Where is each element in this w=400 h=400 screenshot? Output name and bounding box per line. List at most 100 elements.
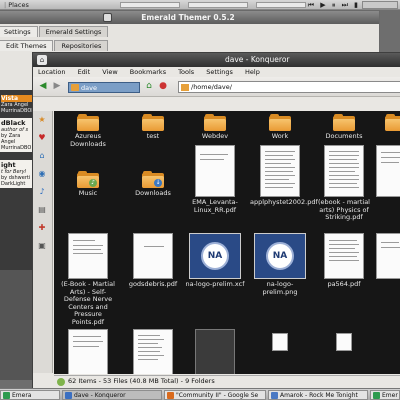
home-icon[interactable]: ⌂ [143,80,155,92]
pdf-thumbnail-icon [68,329,108,374]
konqueror-icon [65,392,72,399]
file-item[interactable]: Work [250,114,310,141]
media-icon[interactable]: ♪ [37,187,47,197]
file-label: test [146,132,160,140]
pdf-thumbnail-icon [133,329,173,374]
file-item[interactable]: applphystet2002.pdf [250,145,318,207]
stop-icon[interactable]: ● [157,80,169,92]
panel-task-slot[interactable] [120,2,180,8]
taskbar: Emera dave - Konqueror "Community II" - … [0,388,400,400]
konqueror-window: ⌂ dave - Konqueror Location Edit View Bo… [32,52,400,390]
pdf-thumbnail-icon [68,233,108,279]
theme-card-light[interactable]: ight t for Beryl by dshwerti DarkLight [0,160,36,188]
tab-settings[interactable]: Settings [0,26,38,37]
emerald-titlebar[interactable]: Emerald Themer 0.5.2 [0,11,379,24]
pdf-thumbnail-icon [324,145,364,197]
menu-location[interactable]: Location [38,68,66,76]
downloads-folder-icon: ↓ [142,171,164,188]
file-item-partial[interactable] [376,145,400,197]
image-thumbnail-icon: NA [189,233,241,279]
emerald-tabs-row2: Edit Themes Repositories [0,40,109,52]
menu-bookmarks[interactable]: Bookmarks [130,68,166,76]
devices-icon[interactable]: ▤ [37,205,47,215]
theme-card-dblack[interactable]: dBlack author of s by Zara Angel Murrina… [0,118,36,152]
theme-title: Vista [1,95,19,102]
file-item[interactable]: godsdebris.pdf [123,233,183,289]
file-item[interactable]: NA na-logo-prelim.png [250,233,310,296]
tab-repositories[interactable]: Repositories [54,40,109,51]
file-label: Documents [325,132,363,140]
konqueror-titlebar[interactable]: ⌂ dave - Konqueror [33,53,400,67]
back-arrow-icon[interactable]: ◀ [37,80,49,92]
file-item-partial[interactable] [376,114,400,131]
history-icon[interactable]: ♥ [37,133,47,143]
location-url-text: /home/dave/ [191,83,232,91]
theme-card-vista[interactable]: Vista Zara Angel MurrinaDBOE [0,94,36,115]
file-item-partial[interactable] [185,329,245,374]
location-url-field[interactable]: /home/dave/ [178,81,400,93]
task-label: "Community II" - Google Se [176,392,259,399]
menu-view[interactable]: View [102,68,117,76]
toolbar: ◀ ▶ dave ⌂ ● /home/dave/ [33,77,400,97]
file-item[interactable]: Documents [314,114,374,141]
places-menu[interactable]: | Places [2,1,29,9]
image-thumbnail-icon: NA [254,233,306,279]
file-item-partial[interactable] [314,333,374,351]
file-item-partial[interactable] [58,329,118,374]
panel-task-slot[interactable] [188,2,248,8]
menu-edit[interactable]: Edit [78,68,91,76]
bookmarks-icon[interactable]: ★ [37,115,47,125]
file-item-partial[interactable] [250,333,310,351]
network-icon[interactable]: ◉ [37,169,47,179]
root-folder-icon[interactable]: ▣ [37,241,47,251]
file-item[interactable]: NA na-logo-prelim.xcf [185,233,245,289]
emerald-window-title: Emerald Themer 0.5.2 [141,13,235,22]
theme-author: by Zara Angel [1,133,21,145]
folder-home-icon[interactable]: ⌂ [37,55,47,65]
task-label: dave - Konqueror [74,392,126,399]
theme-title: ight [1,161,16,169]
file-item[interactable]: (E-Book - Martial Arts) - Self-Defense N… [58,233,118,326]
tab-emerald-settings[interactable]: Emerald Settings [38,26,109,37]
theme-engine: DarkLight [1,181,26,187]
file-item-partial[interactable] [376,233,400,279]
panel-task-slot[interactable] [256,2,306,8]
file-item[interactable]: (ebook - martial arts) Physics of Striki… [314,145,374,222]
firefox-icon [167,392,174,399]
file-label: (ebook - martial arts) Physics of Striki… [318,198,370,221]
file-label: Azureus Downloads [70,132,106,148]
konqueror-window-title: dave - Konqueror [225,55,290,64]
task-amarok[interactable]: Amarok - Rock Me Tonight [268,390,368,400]
file-item[interactable]: Azureus Downloads [58,114,118,148]
file-item[interactable]: Webdev [185,114,245,141]
file-item-partial[interactable] [123,329,183,374]
image-thumbnail-icon [195,329,235,374]
file-item[interactable]: ♪ Music [58,171,118,198]
tab-dave-label: dave [81,84,97,92]
theme-list-panel: Vista Zara Angel MurrinaDBOE dBlack auth… [0,90,36,380]
tab-dave[interactable]: dave [68,82,140,93]
media-controls[interactable]: ⏮ ▶ ⏸ ⏭ ▮ [308,1,360,10]
task-emerald-2[interactable]: Emer [370,390,400,400]
forward-arrow-icon[interactable]: ▶ [51,80,63,92]
emerald-tabs-row1: Settings Emerald Settings [0,26,109,38]
file-item[interactable]: pa564.pdf [314,233,374,289]
task-emerald[interactable]: Emera [0,390,60,400]
pdf-thumbnail-icon [376,145,400,197]
theme-title: dBlack [1,119,26,127]
pdf-thumbnail-icon [376,233,400,279]
system-tray[interactable] [362,1,398,9]
window-menu-icon[interactable] [103,13,112,22]
task-firefox[interactable]: "Community II" - Google Se [164,390,266,400]
home-folder-icon[interactable]: ⌂ [37,151,47,161]
menu-settings[interactable]: Settings [206,68,233,76]
emerald-icon [373,392,380,399]
file-item[interactable]: EMA_Levanta-Linux_RR.pdf [185,145,245,214]
file-item[interactable]: test [123,114,183,141]
menu-tools[interactable]: Tools [178,68,194,76]
tab-edit-themes[interactable]: Edit Themes [0,40,54,51]
services-icon[interactable]: ✚ [37,223,47,233]
menu-help[interactable]: Help [245,68,260,76]
task-konqueror[interactable]: dave - Konqueror [62,390,162,400]
file-item[interactable]: ↓ Downloads [123,171,183,198]
